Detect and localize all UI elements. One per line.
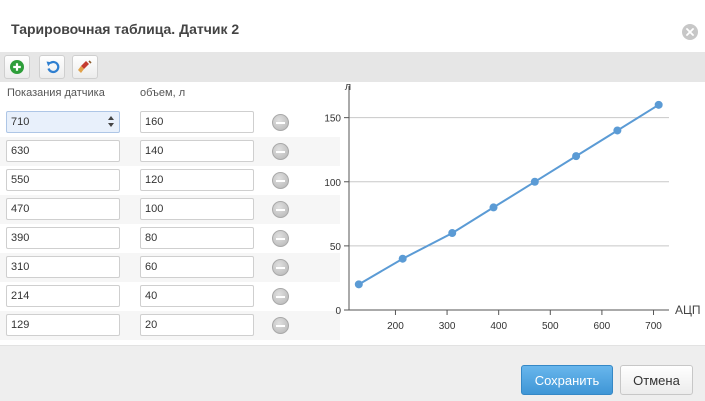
data-point <box>398 254 407 263</box>
save-button[interactable]: Сохранить <box>521 365 613 395</box>
data-point <box>530 177 539 186</box>
x-tick-label: 600 <box>594 321 611 332</box>
data-point <box>654 100 663 109</box>
y-axis-label: л <box>345 81 351 93</box>
y-tick-label: 0 <box>335 306 341 317</box>
x-tick-label: 400 <box>490 321 507 332</box>
cancel-button[interactable]: Отмена <box>620 365 693 395</box>
data-point <box>354 280 363 289</box>
calibration-chart: 0 50 100 150 200 300 400 500 600 700 л АЦП <box>324 81 701 332</box>
x-tick-label: 700 <box>645 321 662 332</box>
data-point <box>489 203 498 212</box>
x-axis-label: АЦП <box>675 303 701 317</box>
y-tick-label: 50 <box>330 242 342 253</box>
x-tick-label: 300 <box>439 321 456 332</box>
data-point <box>613 126 622 135</box>
y-tick-label: 150 <box>324 114 341 125</box>
data-point <box>572 152 581 161</box>
data-point <box>448 229 457 238</box>
x-tick-label: 200 <box>387 321 404 332</box>
x-tick-label: 500 <box>542 321 559 332</box>
dialog-footer: Сохранить Отмена <box>0 345 705 401</box>
y-tick-label: 100 <box>324 178 341 189</box>
